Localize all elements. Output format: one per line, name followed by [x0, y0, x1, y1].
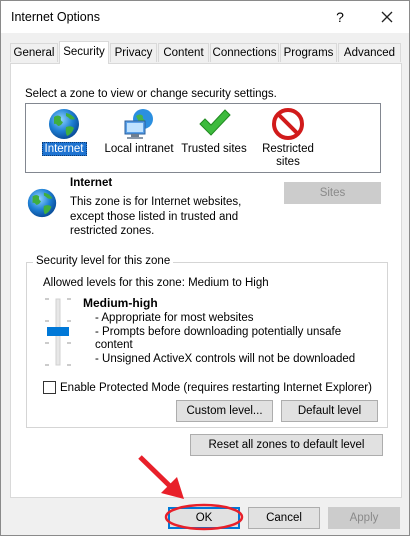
zone-trusted-sites[interactable]: Trusted sites — [180, 107, 248, 155]
sites-button[interactable]: Sites — [284, 182, 381, 204]
zone-restricted-sites[interactable]: Restricted sites — [258, 107, 318, 169]
title-bar: Internet Options ? — [1, 1, 409, 33]
slider-thumb[interactable] — [47, 327, 69, 336]
tab-programs[interactable]: Programs — [280, 43, 337, 62]
custom-level-button[interactable]: Custom level... — [176, 400, 273, 422]
tab-security[interactable]: Security — [59, 41, 109, 64]
zone-local-intranet[interactable]: Local intranet — [104, 107, 174, 155]
tab-general[interactable]: General — [10, 43, 58, 62]
selected-zone-description: This zone is for Internet websites, exce… — [70, 196, 242, 237]
close-button[interactable] — [373, 5, 401, 29]
close-icon — [381, 11, 393, 23]
zone-label-restricted-sites: Restricted sites — [262, 143, 314, 168]
security-level-slider[interactable] — [43, 297, 73, 367]
zone-label-local-intranet: Local intranet — [104, 143, 174, 155]
security-level-group-title: Security level for this zone — [33, 255, 174, 267]
tab-content[interactable]: Content — [158, 43, 209, 62]
reset-all-zones-button[interactable]: Reset all zones to default level — [190, 434, 383, 456]
cancel-button[interactable]: Cancel — [248, 507, 320, 529]
zone-label-trusted-sites: Trusted sites — [181, 143, 247, 155]
tab-privacy[interactable]: Privacy — [110, 43, 157, 62]
tab-connections[interactable]: Connections — [210, 43, 279, 62]
allowed-levels-text: Allowed levels for this zone: Medium to … — [43, 277, 269, 289]
tab-advanced[interactable]: Advanced — [338, 43, 401, 62]
selected-zone-globe-icon — [25, 186, 59, 223]
protected-mode-checkbox[interactable] — [43, 381, 56, 394]
help-button[interactable]: ? — [329, 7, 351, 27]
internet-options-dialog: Internet Options ? General Security Priv… — [0, 0, 410, 536]
ok-button[interactable]: OK — [168, 507, 240, 529]
protected-mode-label: Enable Protected Mode (requires restarti… — [60, 381, 372, 394]
apply-button[interactable]: Apply — [328, 507, 400, 529]
security-panel: Select a zone to view or change security… — [10, 63, 402, 498]
network-computer-icon — [121, 107, 157, 141]
zone-internet[interactable]: Internet — [40, 107, 88, 156]
security-level-group: Security level for this zone Allowed lev… — [26, 255, 388, 428]
zone-label-internet: Internet — [41, 142, 87, 156]
window-title: Internet Options — [11, 10, 100, 24]
protected-mode-row[interactable]: Enable Protected Mode (requires restarti… — [43, 381, 372, 394]
security-level-name: Medium-high — [83, 296, 158, 310]
selected-zone-name: Internet — [70, 177, 113, 189]
checkmark-icon — [196, 107, 232, 141]
default-level-button[interactable]: Default level — [281, 400, 378, 422]
security-level-description: - Appropriate for most websites - Prompt… — [95, 312, 356, 365]
zone-instruction: Select a zone to view or change security… — [25, 88, 277, 100]
globe-icon — [46, 107, 82, 141]
dialog-button-bar: OK Cancel Apply — [1, 499, 409, 535]
prohibited-icon — [270, 107, 306, 141]
zone-list: Internet Local intranet Trusted sites Re… — [25, 103, 381, 173]
tab-strip: General Security Privacy Content Connect… — [10, 41, 402, 64]
